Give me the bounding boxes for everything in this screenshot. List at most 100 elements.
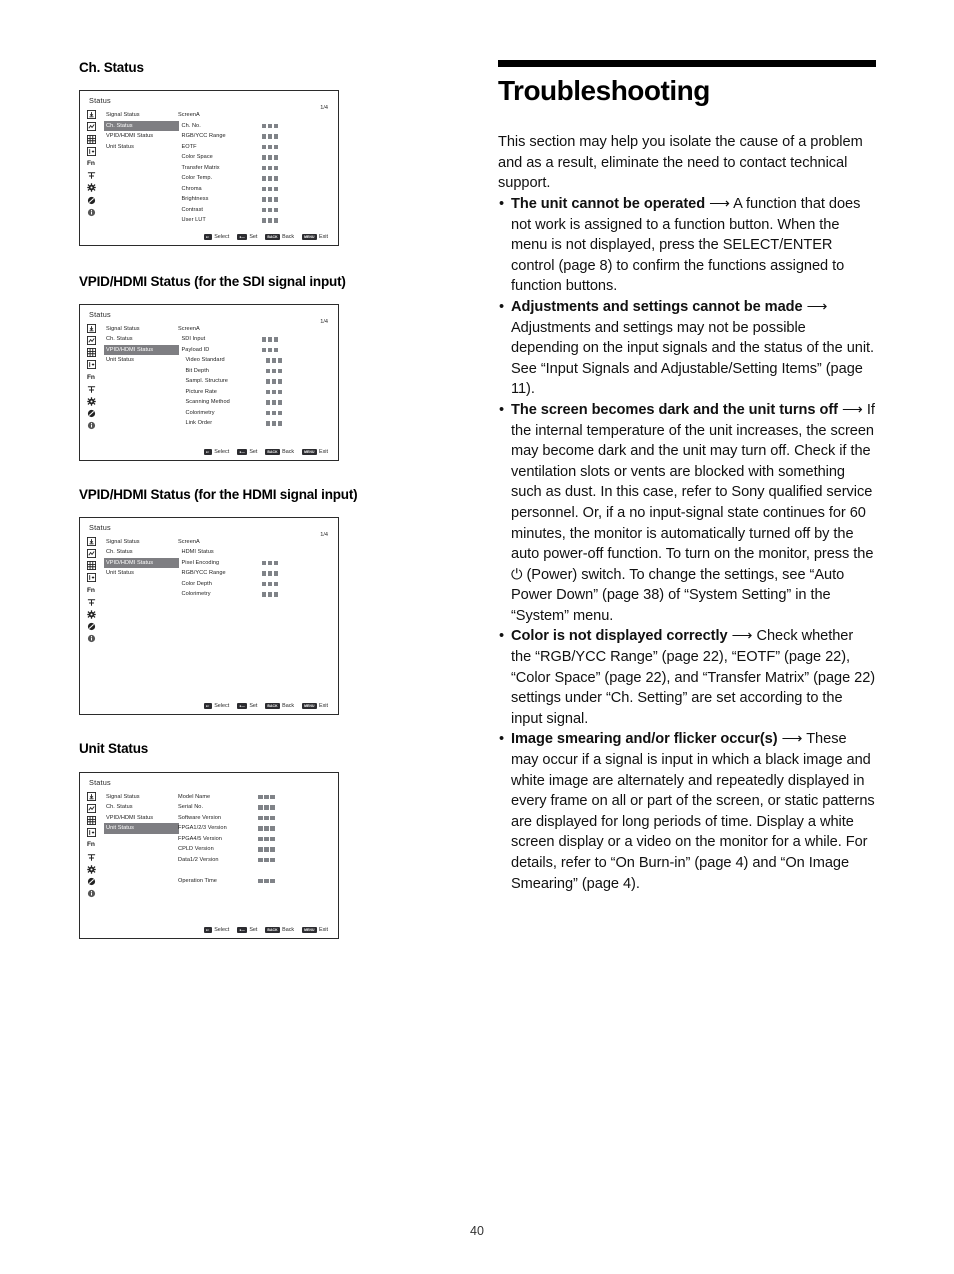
signal-input-icon[interactable] [87, 791, 96, 801]
manual-section: VPID/HDMI Status (for the SDI signal inp… [79, 274, 439, 461]
osd-value-row: FPGA4/5 Version [178, 834, 338, 845]
osd-menu-item[interactable]: Signal Status [104, 537, 178, 548]
osd-menu-item[interactable]: VPID/HDMI Status [104, 344, 179, 356]
osd-footer: ●↕ Select ●— Set BACK Back MENU Exit [80, 233, 338, 245]
osd-value-label: FPGA4/5 Version [178, 835, 222, 842]
waveform-icon[interactable] [87, 122, 96, 132]
osd-footer-item[interactable]: BACK Back [265, 233, 294, 240]
osd-footer-item[interactable]: ●— Set [237, 233, 257, 240]
osd-value-placeholder [265, 421, 283, 426]
waveform-icon[interactable] [87, 336, 96, 346]
osd-footer-item[interactable]: BACK Back [265, 926, 294, 933]
section-heading: Unit Status [79, 741, 149, 757]
osd-value-placeholder [261, 207, 279, 213]
grid-icon[interactable] [87, 816, 96, 825]
marker-icon[interactable] [87, 598, 96, 607]
osd-footer-item[interactable]: ●↕ Select [203, 448, 230, 455]
marker-icon[interactable] [87, 853, 96, 862]
info-icon[interactable] [87, 634, 96, 643]
signal-input-icon[interactable] [87, 323, 96, 333]
arrow-icon: ⟶ [777, 731, 803, 748]
osd-menu-item[interactable]: Signal Status [104, 110, 178, 121]
info-icon[interactable] [87, 421, 96, 430]
prohibited-icon[interactable] [87, 196, 96, 205]
osd-button-badge: BACK [265, 233, 280, 240]
osd-value-row: Picture Rate [178, 387, 338, 398]
arrow-icon: ⟶ [705, 196, 730, 213]
fn-icon[interactable]: Fn [87, 159, 104, 168]
intro-paragraph: This section may help you isolate the ca… [498, 134, 863, 192]
prohibited-icon[interactable] [87, 622, 96, 631]
osd-footer-item[interactable]: ●↕ Select [203, 233, 229, 240]
input-select-icon[interactable] [87, 360, 96, 370]
osd-footer-item[interactable]: MENU Exit [302, 448, 328, 455]
osd-menu-item[interactable]: Unit Status [104, 823, 179, 834]
grid-icon[interactable] [87, 561, 96, 571]
input-select-icon[interactable] [87, 828, 96, 838]
osd-value-placeholder [258, 826, 275, 831]
osd-value-label: RGB/YCC Range [181, 133, 226, 140]
marker-icon[interactable] [87, 385, 96, 394]
osd-menu-item[interactable]: Ch. Status [104, 120, 179, 132]
osd-value-row: Operation Time [178, 876, 338, 887]
osd-button-badge: MENU [302, 926, 317, 933]
input-select-icon[interactable] [87, 146, 96, 156]
osd-button-badge: ●— [237, 703, 247, 710]
gear-icon[interactable] [87, 183, 96, 193]
prohibited-icon[interactable] [87, 877, 96, 886]
osd-value-label: Chroma [181, 185, 202, 192]
prohibited-icon[interactable] [87, 409, 96, 418]
osd-footer-label: Select [214, 448, 230, 455]
osd-footer-item[interactable]: MENU Exit [302, 926, 328, 933]
osd-button-badge: ●— [237, 233, 247, 240]
osd-menu-item[interactable]: Unit Status [104, 142, 178, 153]
osd-value-row: Chroma [178, 184, 338, 195]
osd-menu-item[interactable]: Ch. Status [104, 802, 178, 813]
osd-menu-item[interactable]: VPID/HDMI Status [104, 131, 178, 142]
osd-value-label: Color Space [181, 154, 213, 161]
osd-menu-item[interactable]: Ch. Status [104, 547, 178, 558]
gear-icon[interactable] [87, 610, 96, 619]
osd-menu-item[interactable]: Signal Status [104, 792, 178, 803]
osd-filler [80, 434, 338, 449]
troubleshooting-term: The unit cannot be operated [511, 196, 706, 213]
osd-menu-item[interactable]: Signal Status [104, 324, 178, 335]
info-icon[interactable] [87, 889, 96, 898]
osd-footer-item[interactable]: BACK Back [265, 448, 295, 455]
osd-footer-item[interactable]: ●↕ Select [203, 926, 229, 933]
gear-icon[interactable] [87, 397, 96, 406]
osd-menu-item[interactable]: VPID/HDMI Status [104, 813, 178, 824]
osd-body: Fn Signal Status Ch. Status VPID/HDMI Statu… [80, 108, 338, 226]
troubleshooting-item: Adjustments and settings cannot be made … [498, 297, 876, 400]
waveform-icon[interactable] [87, 548, 96, 558]
gear-icon[interactable] [87, 865, 96, 874]
input-select-icon[interactable] [87, 573, 96, 583]
osd-footer-item[interactable]: ●— Set [237, 448, 257, 455]
fn-icon[interactable]: Fn [87, 373, 104, 382]
osd-menu-item[interactable]: Unit Status [104, 568, 178, 579]
signal-input-icon[interactable] [87, 110, 96, 120]
fn-icon[interactable]: Fn [87, 586, 104, 595]
osd-footer-label: Back [282, 448, 295, 455]
osd-footer-item[interactable]: ●— Set [237, 703, 257, 710]
osd-footer-item[interactable]: BACK Back [265, 703, 294, 710]
info-icon[interactable] [87, 208, 96, 217]
osd-menu-item[interactable]: Ch. Status [104, 334, 178, 345]
osd-value-placeholder [261, 337, 279, 342]
osd-footer-item[interactable]: ●— Set [237, 926, 257, 933]
fn-icon[interactable]: Fn [87, 840, 104, 849]
osd-value-placeholder [261, 186, 279, 192]
osd-value-placeholder [258, 878, 275, 884]
osd-menu-item[interactable]: Unit Status [104, 355, 178, 366]
grid-icon[interactable] [87, 134, 96, 144]
grid-icon[interactable] [87, 348, 96, 358]
osd-value-placeholder [261, 134, 279, 139]
osd-value-placeholder [261, 347, 279, 353]
signal-input-icon[interactable] [87, 536, 96, 546]
osd-footer-item[interactable]: MENU Exit [302, 703, 328, 710]
osd-footer-item[interactable]: MENU Exit [302, 233, 328, 240]
waveform-icon[interactable] [87, 803, 96, 813]
osd-footer-item[interactable]: ●↕ Select [203, 703, 229, 710]
marker-icon[interactable] [87, 171, 96, 180]
osd-menu-item[interactable]: VPID/HDMI Status [104, 557, 179, 569]
